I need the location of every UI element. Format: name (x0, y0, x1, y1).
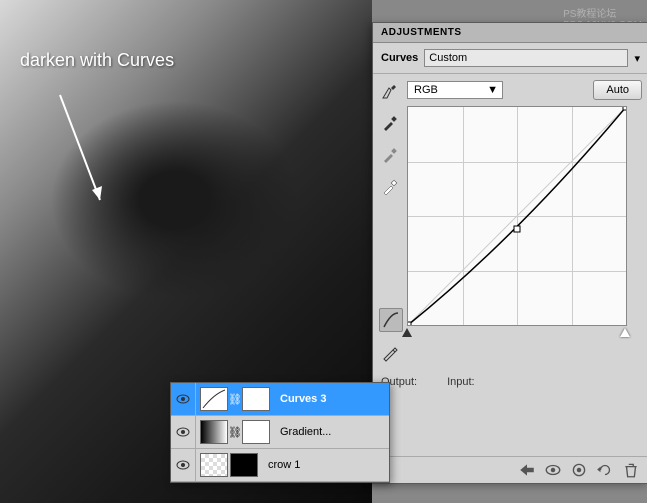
reset-icon[interactable] (596, 461, 614, 479)
auto-button[interactable]: Auto (593, 80, 642, 100)
preset-menu-icon[interactable]: ▾ (634, 52, 640, 65)
annotation-arrow (50, 90, 110, 210)
mask-thumb[interactable] (242, 387, 270, 411)
input-label: Input: (447, 376, 475, 388)
curves-graph[interactable] (407, 106, 627, 326)
visibility-toggle-icon[interactable] (171, 383, 196, 415)
layer-name[interactable]: crow 1 (262, 459, 300, 471)
eyedropper-gray-icon[interactable] (379, 144, 401, 166)
panel-tab-adjustments[interactable]: ADJUSTMENTS (373, 23, 647, 43)
return-to-list-icon[interactable] (518, 461, 536, 479)
curve-line[interactable] (408, 107, 626, 325)
adjustments-panel: ADJUSTMENTS Curves Custom ▾ (372, 22, 647, 484)
layer-name[interactable]: Gradient... (274, 426, 331, 438)
eyedropper-black-icon[interactable] (379, 112, 401, 134)
layer-name[interactable]: Curves 3 (274, 393, 326, 405)
layer-row-curves3[interactable]: ⛓ Curves 3 (171, 383, 389, 416)
layer-row-gradient[interactable]: ⛓ Gradient... (171, 416, 389, 449)
adjustment-thumb[interactable] (200, 387, 228, 411)
input-slider[interactable] (407, 328, 625, 340)
adjustment-thumb[interactable] (200, 420, 228, 444)
curve-edit-icon[interactable] (379, 308, 403, 332)
pencil-edit-icon[interactable] (379, 342, 401, 364)
curves-title: Curves (381, 52, 418, 64)
eyedropper-white-icon[interactable] (379, 176, 401, 198)
visibility-toggle-icon[interactable] (171, 416, 196, 448)
layer-row-crow1[interactable]: crow 1 (171, 449, 389, 482)
link-icon[interactable]: ⛓ (230, 421, 240, 443)
chevron-down-icon: ▼ (487, 84, 498, 96)
link-icon[interactable]: ⛓ (230, 388, 240, 410)
targeted-adjust-icon[interactable] (379, 80, 401, 102)
layer-thumb[interactable] (200, 453, 228, 477)
channel-dropdown[interactable]: RGB ▼ (407, 81, 503, 99)
trash-icon[interactable] (622, 461, 640, 479)
mask-thumb[interactable] (230, 453, 258, 477)
toggle-visibility-icon[interactable] (544, 461, 562, 479)
spacer (379, 208, 401, 298)
annotation-text: darken with Curves (20, 50, 174, 71)
visibility-toggle-icon[interactable] (171, 449, 196, 481)
preset-dropdown[interactable]: Custom (424, 49, 628, 67)
mask-thumb[interactable] (242, 420, 270, 444)
layers-panel-fragment: ⛓ Curves 3 ⛓ Gradient... crow 1 (170, 382, 390, 483)
previous-state-icon[interactable] (570, 461, 588, 479)
